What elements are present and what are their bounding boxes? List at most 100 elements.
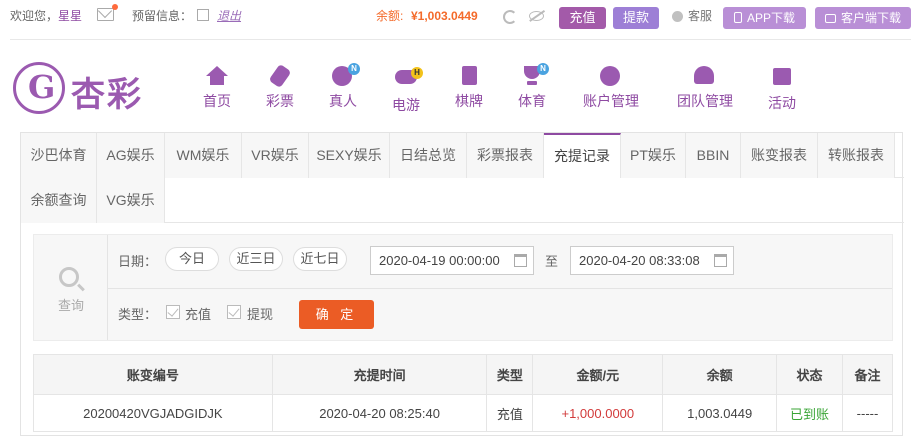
logout-link[interactable]: 退出 xyxy=(217,8,241,24)
cards-icon xyxy=(458,66,480,86)
records-table: 账变编号 充提时间 类型 金额/元 余额 状态 备注 20200420VGJAD… xyxy=(33,354,893,432)
tab-account-change-report[interactable]: 账变报表 xyxy=(741,133,818,178)
trophy-icon: N xyxy=(521,63,549,86)
last-7-days-button[interactable]: 近七日 xyxy=(293,247,347,271)
type-label: 类型： xyxy=(118,307,158,322)
calendar-icon[interactable] xyxy=(714,254,727,267)
nav-label: 真人 xyxy=(329,93,357,109)
logo-emblem xyxy=(13,62,65,114)
nav-sports[interactable]: N 体育 xyxy=(516,63,549,111)
nav-egames[interactable]: H 电游 xyxy=(390,66,423,115)
time-cell: 2020-04-20 08:25:40 xyxy=(271,394,488,432)
tab-sexy[interactable]: SEXY娱乐 xyxy=(309,133,390,178)
tab-balance-query[interactable]: 余额查询 xyxy=(21,178,97,223)
col-type: 类型 xyxy=(486,354,534,395)
tab-row-1: 沙巴体育 AG娱乐 WM娱乐 VR娱乐 SEXY娱乐 日结总览 彩票报表 充提记… xyxy=(21,133,904,178)
nav-chess[interactable]: 棋牌 xyxy=(453,66,485,111)
nav-activity[interactable]: 活动 xyxy=(766,66,798,113)
col-amount: 金额/元 xyxy=(532,354,664,395)
today-button[interactable]: 今日 xyxy=(165,247,219,271)
nav-label: 首页 xyxy=(203,93,231,109)
nav-label: 活动 xyxy=(768,95,796,111)
nav-label: 电游 xyxy=(392,97,420,113)
gift-icon xyxy=(771,68,793,88)
top-bar: 欢迎您， 星星 预留信息： 退出 余额: ¥1,003.0449 充值 提款 客… xyxy=(0,0,921,34)
col-status: 状态 xyxy=(776,354,844,395)
nav-label: 账户管理 xyxy=(583,93,639,109)
app-download-label: APP下载 xyxy=(746,11,795,25)
remark-cell: ----- xyxy=(842,394,893,432)
hot-badge: H xyxy=(411,67,423,79)
new-badge: N xyxy=(537,63,549,75)
start-date-field[interactable]: 2020-04-19 00:00:00 xyxy=(370,246,534,275)
table-header-row: 账变编号 充提时间 类型 金额/元 余额 状态 备注 xyxy=(33,354,893,395)
confirm-button[interactable]: 确 定 xyxy=(299,300,374,329)
search-sidebar: 查询 xyxy=(34,235,108,340)
tab-vg[interactable]: VG娱乐 xyxy=(97,178,165,223)
withdraw-checkbox[interactable] xyxy=(227,305,241,319)
deposit-button[interactable]: 充值 xyxy=(559,7,606,29)
notification-dot xyxy=(112,4,118,10)
search-form: 查询 日期： 今日 近三日 近七日 2020-04-19 00:00:00 至 … xyxy=(33,234,893,341)
nav-account[interactable]: 账户管理 xyxy=(580,66,642,111)
logo-text: 杏彩 xyxy=(71,75,143,115)
date-label: 日期： xyxy=(118,254,158,269)
deposit-checkbox-label[interactable]: 充值 xyxy=(185,304,211,323)
tab-lottery-report[interactable]: 彩票报表 xyxy=(467,133,544,178)
tab-vr[interactable]: VR娱乐 xyxy=(242,133,309,178)
username[interactable]: 星星 xyxy=(58,8,82,24)
site-logo[interactable]: 杏彩 xyxy=(13,62,153,115)
tab-transfer-report[interactable]: 转账报表 xyxy=(818,133,895,178)
withdraw-checkbox-label[interactable]: 提现 xyxy=(247,304,273,323)
tab-daily-overview[interactable]: 日结总览 xyxy=(390,133,467,178)
lottery-icon xyxy=(268,63,292,89)
customer-service-link[interactable]: 客服 xyxy=(688,8,712,24)
col-transaction-id: 账变编号 xyxy=(33,354,273,395)
tab-deposit-withdraw-records[interactable]: 充提记录 xyxy=(544,133,621,178)
nav-team[interactable]: 团队管理 xyxy=(674,66,736,111)
form-divider xyxy=(108,288,892,289)
refresh-icon[interactable] xyxy=(503,10,517,24)
end-date-value: 2020-04-20 08:33:08 xyxy=(579,253,700,268)
col-remark: 备注 xyxy=(842,354,893,395)
nav-label: 体育 xyxy=(518,93,546,109)
amount-cell: +1,000.0000 xyxy=(532,394,664,432)
tab-saba-sports[interactable]: 沙巴体育 xyxy=(21,133,97,178)
mail-icon[interactable] xyxy=(97,8,114,21)
tab-pt[interactable]: PT娱乐 xyxy=(621,133,686,178)
team-icon xyxy=(694,66,716,86)
client-download-label: 客户端下载 xyxy=(840,11,901,25)
withdraw-button[interactable]: 提款 xyxy=(613,7,659,29)
nav-label: 彩票 xyxy=(266,93,294,109)
last-3-days-button[interactable]: 近三日 xyxy=(229,247,283,271)
nav-home[interactable]: 首页 xyxy=(201,66,233,111)
new-badge: N xyxy=(348,63,360,75)
end-date-field[interactable]: 2020-04-20 08:33:08 xyxy=(570,246,734,275)
nav-lottery[interactable]: 彩票 xyxy=(264,63,296,111)
report-panel: 沙巴体育 AG娱乐 WM娱乐 VR娱乐 SEXY娱乐 日结总览 彩票报表 充提记… xyxy=(20,132,904,436)
tab-wm[interactable]: WM娱乐 xyxy=(165,133,242,178)
hide-balance-icon[interactable] xyxy=(529,11,544,21)
transaction-id-cell: 20200420VGJADGIDJK xyxy=(33,394,273,432)
home-icon xyxy=(206,66,228,86)
date-to-label: 至 xyxy=(545,254,559,269)
monitor-icon xyxy=(824,14,836,23)
customer-service-icon[interactable] xyxy=(672,11,683,22)
deposit-checkbox[interactable] xyxy=(166,305,180,319)
gamepad-icon: H xyxy=(395,67,423,90)
app-download-button[interactable]: APP下载 xyxy=(723,7,806,29)
search-label: 查询 xyxy=(57,298,84,313)
balance-value: ¥1,003.0449 xyxy=(411,9,478,23)
calendar-icon[interactable] xyxy=(514,254,527,267)
nav-label: 团队管理 xyxy=(677,93,733,109)
edit-icon[interactable] xyxy=(197,9,209,21)
tab-ag[interactable]: AG娱乐 xyxy=(97,133,165,178)
start-date-value: 2020-04-19 00:00:00 xyxy=(379,253,500,268)
balance-label: 余额: xyxy=(376,9,404,23)
yen-icon xyxy=(600,66,622,86)
nav-live[interactable]: N 真人 xyxy=(327,63,360,111)
col-balance: 余额 xyxy=(662,354,778,395)
client-download-button[interactable]: 客户端下载 xyxy=(815,7,911,29)
balance-cell: 1,003.0449 xyxy=(662,394,778,432)
tab-bbin[interactable]: BBIN xyxy=(686,133,741,178)
